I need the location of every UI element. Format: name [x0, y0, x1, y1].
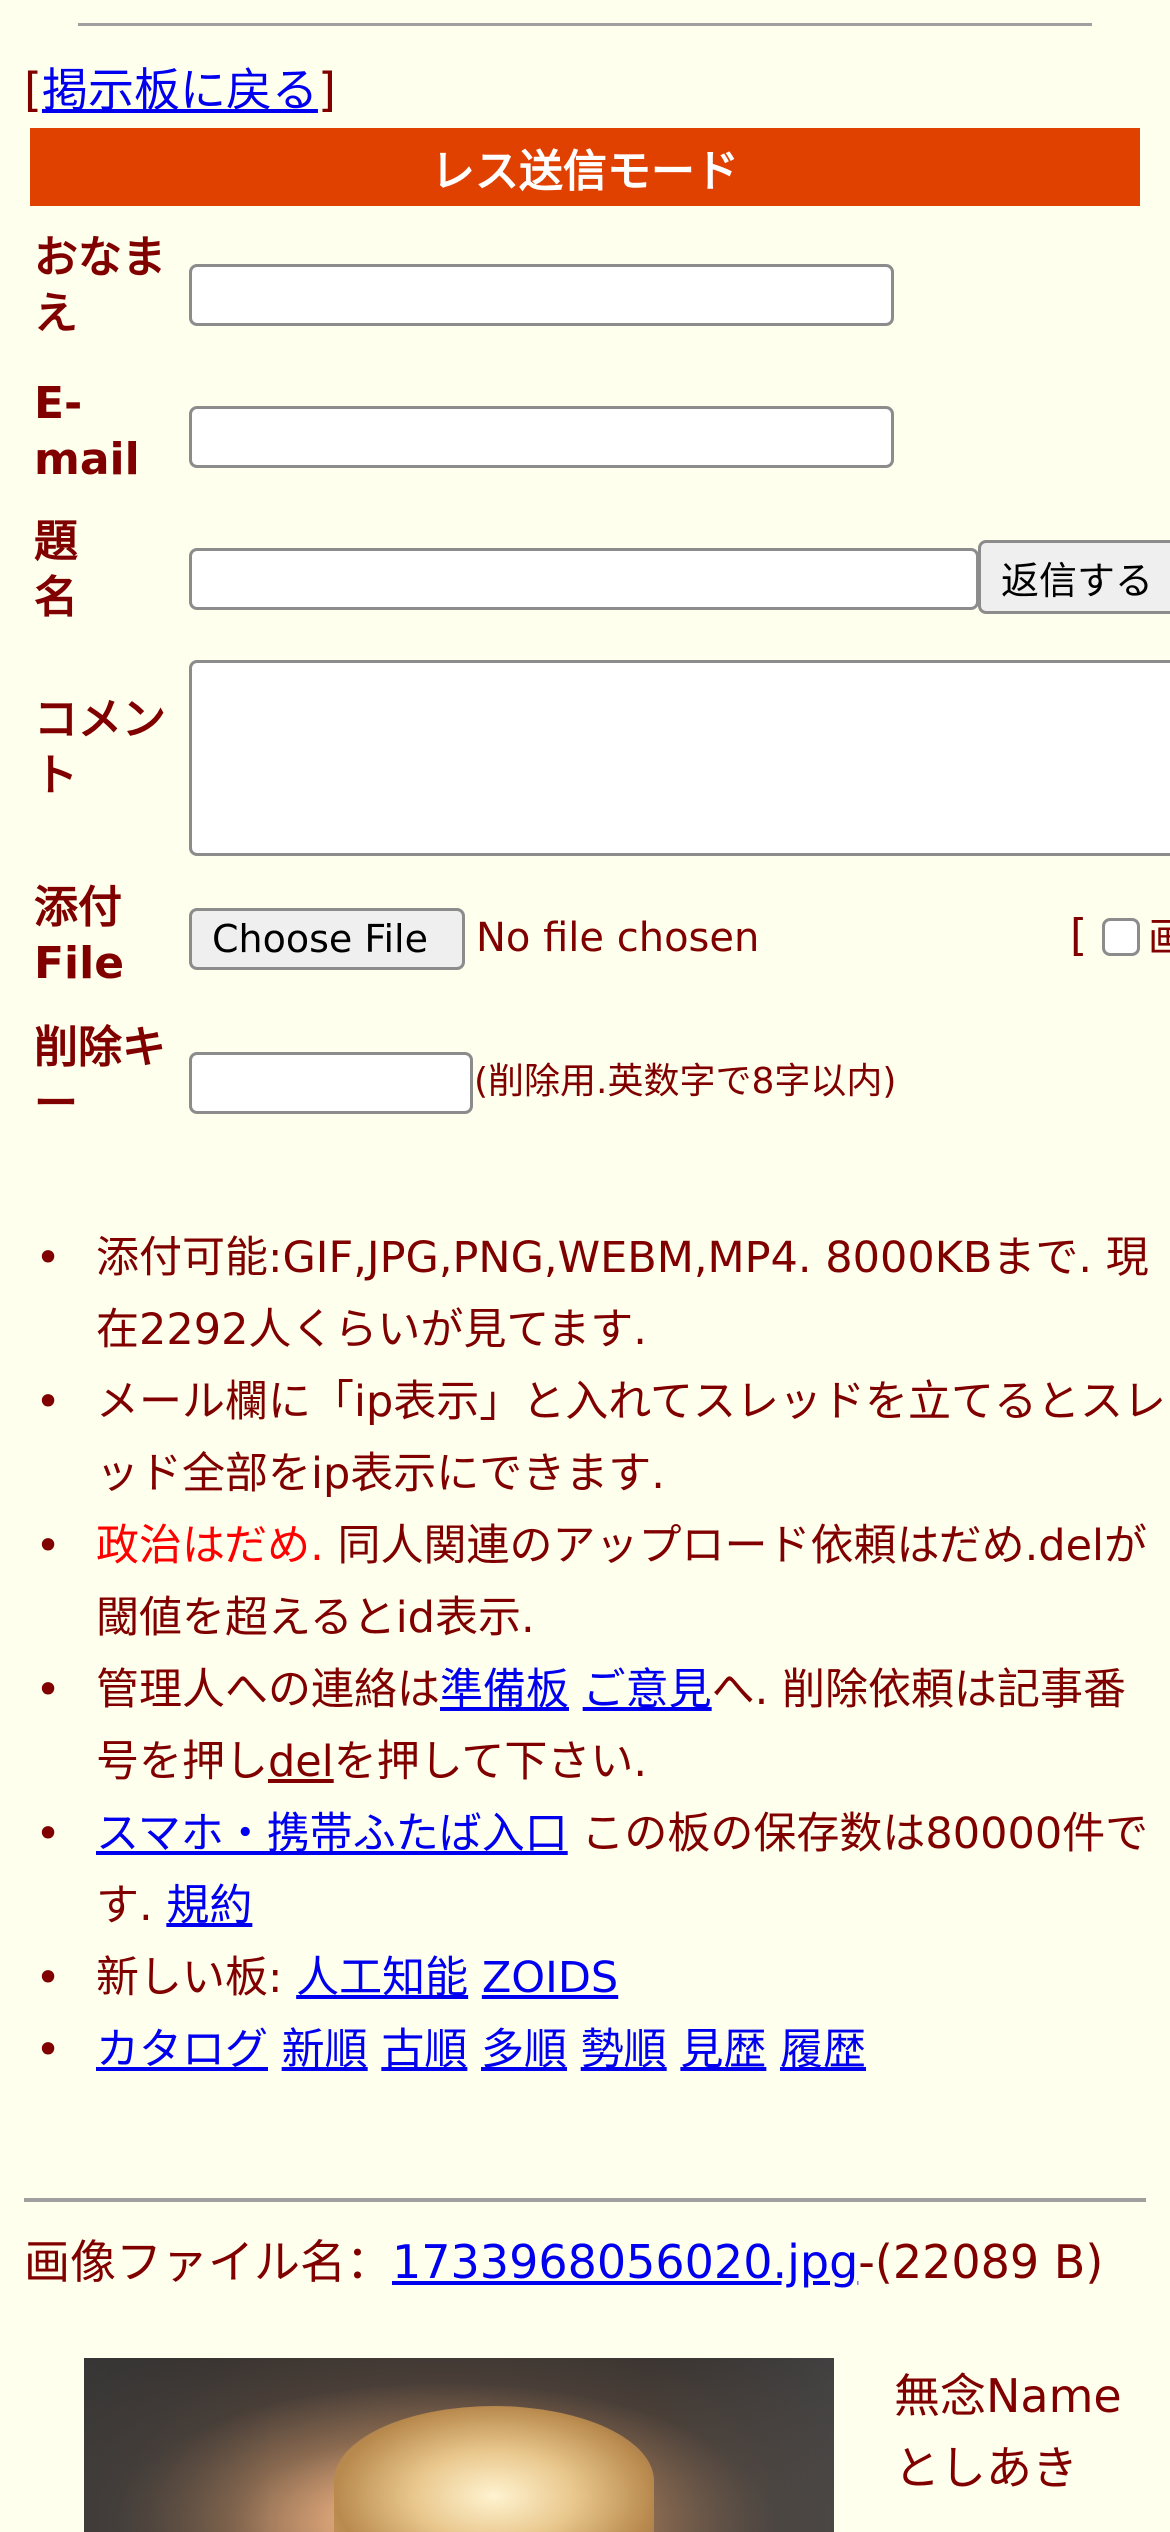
- feedback-link[interactable]: ご意見: [583, 1665, 712, 1715]
- image-toggle-label: 画: [1148, 915, 1170, 961]
- back-to-board-link[interactable]: 掲示板に戻る: [42, 63, 318, 117]
- rule-item: • 新しい板: 人工知能 ZOIDS: [35, 1942, 1166, 2014]
- delete-key-input[interactable]: [189, 1052, 473, 1114]
- rule-text: を押して下さい.: [333, 1737, 648, 1787]
- back-nav: [掲示板に戻る]: [24, 58, 336, 122]
- sort-newest-link[interactable]: 新順: [282, 2025, 368, 2075]
- prep-board-link[interactable]: 準備板: [440, 1665, 569, 1715]
- rule-text: 添付可能:GIF,JPG,PNG,WEBM,MP4. 8000KBまで. 現在2…: [96, 1233, 1149, 1355]
- image-file-link[interactable]: 1733968056020.jpg: [392, 2235, 858, 2289]
- image-toggle-bracket: [: [1070, 910, 1088, 961]
- bullet: •: [35, 1521, 61, 1571]
- rule-item: • 添付可能:GIF,JPG,PNG,WEBM,MP4. 8000KBまで. 現…: [35, 1222, 1166, 1366]
- thread-divider: [24, 2198, 1146, 2202]
- bullet: •: [35, 1665, 61, 1715]
- bullet: •: [35, 1377, 61, 1427]
- rule-text: 管理人への連絡は: [96, 1665, 440, 1715]
- post-thumbnail-image[interactable]: [84, 2358, 834, 2532]
- thumbnail-shade: [84, 2358, 834, 2532]
- mobile-entrance-link[interactable]: スマホ・携帯ふたば入口: [96, 1809, 568, 1859]
- rule-item: • スマホ・携帯ふたば入口 この板の保存数は80000件です. 規約: [35, 1798, 1166, 1942]
- rule-item: • メール欄に「ip表示」と入れてスレッドを立てるとスレッド全部をip表示にでき…: [35, 1366, 1166, 1510]
- subject-input[interactable]: [189, 548, 979, 610]
- post-name: Name: [986, 2369, 1122, 2423]
- ai-board-link[interactable]: 人工知能: [296, 1953, 468, 2003]
- terms-link[interactable]: 規約: [166, 1881, 252, 1931]
- back-bracket-open: [: [24, 63, 42, 117]
- bullet: •: [35, 1233, 61, 1283]
- file-label: 添付File: [34, 882, 125, 989]
- back-bracket-close: ]: [317, 63, 336, 117]
- reply-mode-header: レス送信モード: [30, 128, 1140, 206]
- comment-label: コメント: [34, 694, 166, 801]
- post-header: 無念Name としあき: [894, 2360, 1164, 2504]
- reply-submit-button[interactable]: 返信する: [978, 540, 1170, 614]
- sort-most-replies-link[interactable]: 多順: [481, 2025, 567, 2075]
- new-boards-label: 新しい板:: [96, 1953, 297, 2003]
- post-history-link[interactable]: 履歴: [780, 2025, 866, 2075]
- rule-item: • カタログ 新順 古順 多順 勢順 見歴 履歴: [35, 2014, 1166, 2086]
- rule-text: メール欄に「ip表示」と入れてスレッドを立てるとスレッド全部をip表示にできます…: [96, 1377, 1166, 1499]
- poster-name: としあき: [894, 2441, 1078, 2495]
- bullet: •: [35, 1809, 61, 1859]
- sort-oldest-link[interactable]: 古順: [381, 2025, 467, 2075]
- post-subject: 無念: [894, 2369, 986, 2423]
- board-rules-list: • 添付可能:GIF,JPG,PNG,WEBM,MP4. 8000KBまで. 現…: [35, 1222, 1166, 2086]
- file-name-prefix: 画像ファイル名：: [24, 2235, 392, 2289]
- image-toggle-checkbox[interactable]: [1102, 918, 1140, 956]
- rule-item: • 政治はだめ. 同人関連のアップロード依頼はだめ.delが閾値を超えるとid表…: [35, 1510, 1166, 1654]
- bullet: •: [35, 2025, 61, 2075]
- bullet: •: [35, 1953, 61, 2003]
- del-link[interactable]: del: [268, 1737, 334, 1787]
- name-label: おなまえ: [34, 232, 166, 339]
- email-label: E-mail: [34, 378, 140, 485]
- file-size: -(22089 B): [858, 2235, 1104, 2289]
- viewed-history-link[interactable]: 見歴: [680, 2025, 766, 2075]
- image-file-info: 画像ファイル名：1733968056020.jpg-(22089 B): [24, 2232, 1154, 2292]
- catalog-link[interactable]: カタログ: [96, 2025, 268, 2075]
- name-input[interactable]: [189, 264, 894, 326]
- subject-label: 題名: [34, 516, 78, 623]
- rule-item: • 管理人への連絡は準備板 ご意見へ. 削除依頼は記事番号を押しdelを押して下…: [35, 1654, 1166, 1798]
- politics-warning: 政治はだめ.: [96, 1521, 324, 1571]
- delete-key-label: 削除キー: [34, 1022, 166, 1129]
- delete-key-hint: (削除用.英数字で8字以内): [474, 1061, 897, 1102]
- sort-momentum-link[interactable]: 勢順: [581, 2025, 667, 2075]
- choose-file-button[interactable]: Choose File: [189, 908, 465, 970]
- comment-textarea[interactable]: [189, 660, 1170, 856]
- zoids-board-link[interactable]: ZOIDS: [482, 1953, 618, 2003]
- email-input[interactable]: [189, 406, 894, 468]
- top-divider: [78, 23, 1092, 26]
- file-status-text: No file chosen: [476, 915, 760, 961]
